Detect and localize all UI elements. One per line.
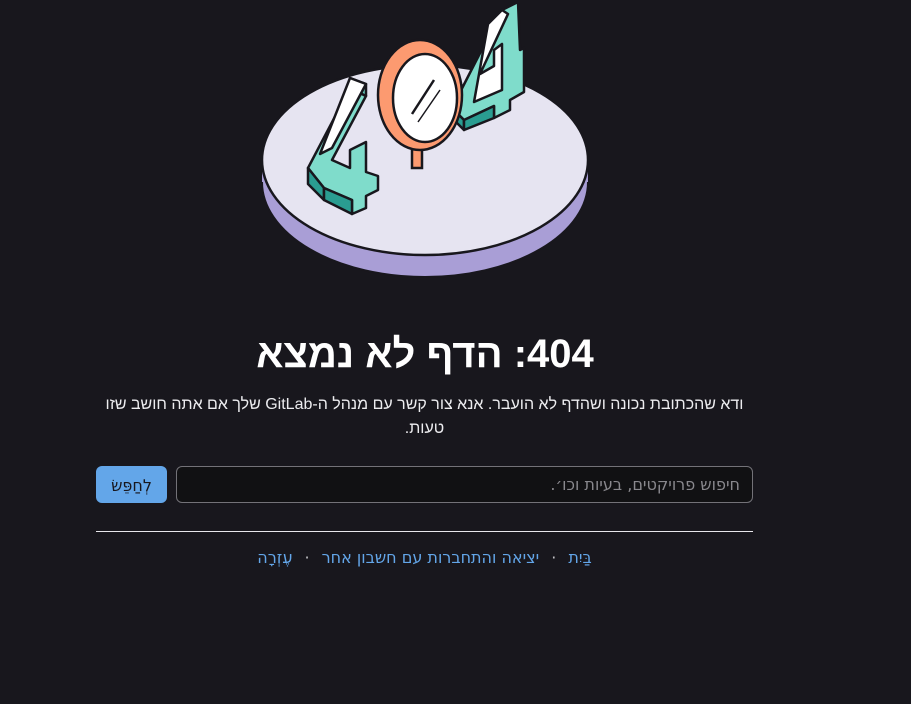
footer-links: בַּיִת · יציאה והתחברות עם חשבון אחר · עֶזְר…: [96, 547, 753, 569]
search-form: לְחַפֵּשׂ: [96, 466, 753, 503]
404-illustration: [260, 0, 590, 278]
page-title: 404: הדף לא נמצא: [256, 332, 594, 376]
search-button[interactable]: לְחַפֵּשׂ: [96, 466, 167, 503]
separator: ·: [551, 548, 557, 567]
help-link[interactable]: עֶזְרָה: [257, 548, 292, 567]
error-page: 404: הדף לא נמצא ודא שהכתובת נכונה ושהדף…: [0, 0, 911, 704]
separator: ·: [304, 548, 310, 567]
error-description: ודא שהכתובת נכונה ושהדף לא הועבר. אנא צו…: [105, 396, 744, 437]
home-link[interactable]: בַּיִת: [568, 548, 591, 567]
switch-account-link[interactable]: יציאה והתחברות עם חשבון אחר: [322, 548, 540, 567]
search-input[interactable]: [176, 466, 753, 503]
divider: [96, 531, 753, 532]
